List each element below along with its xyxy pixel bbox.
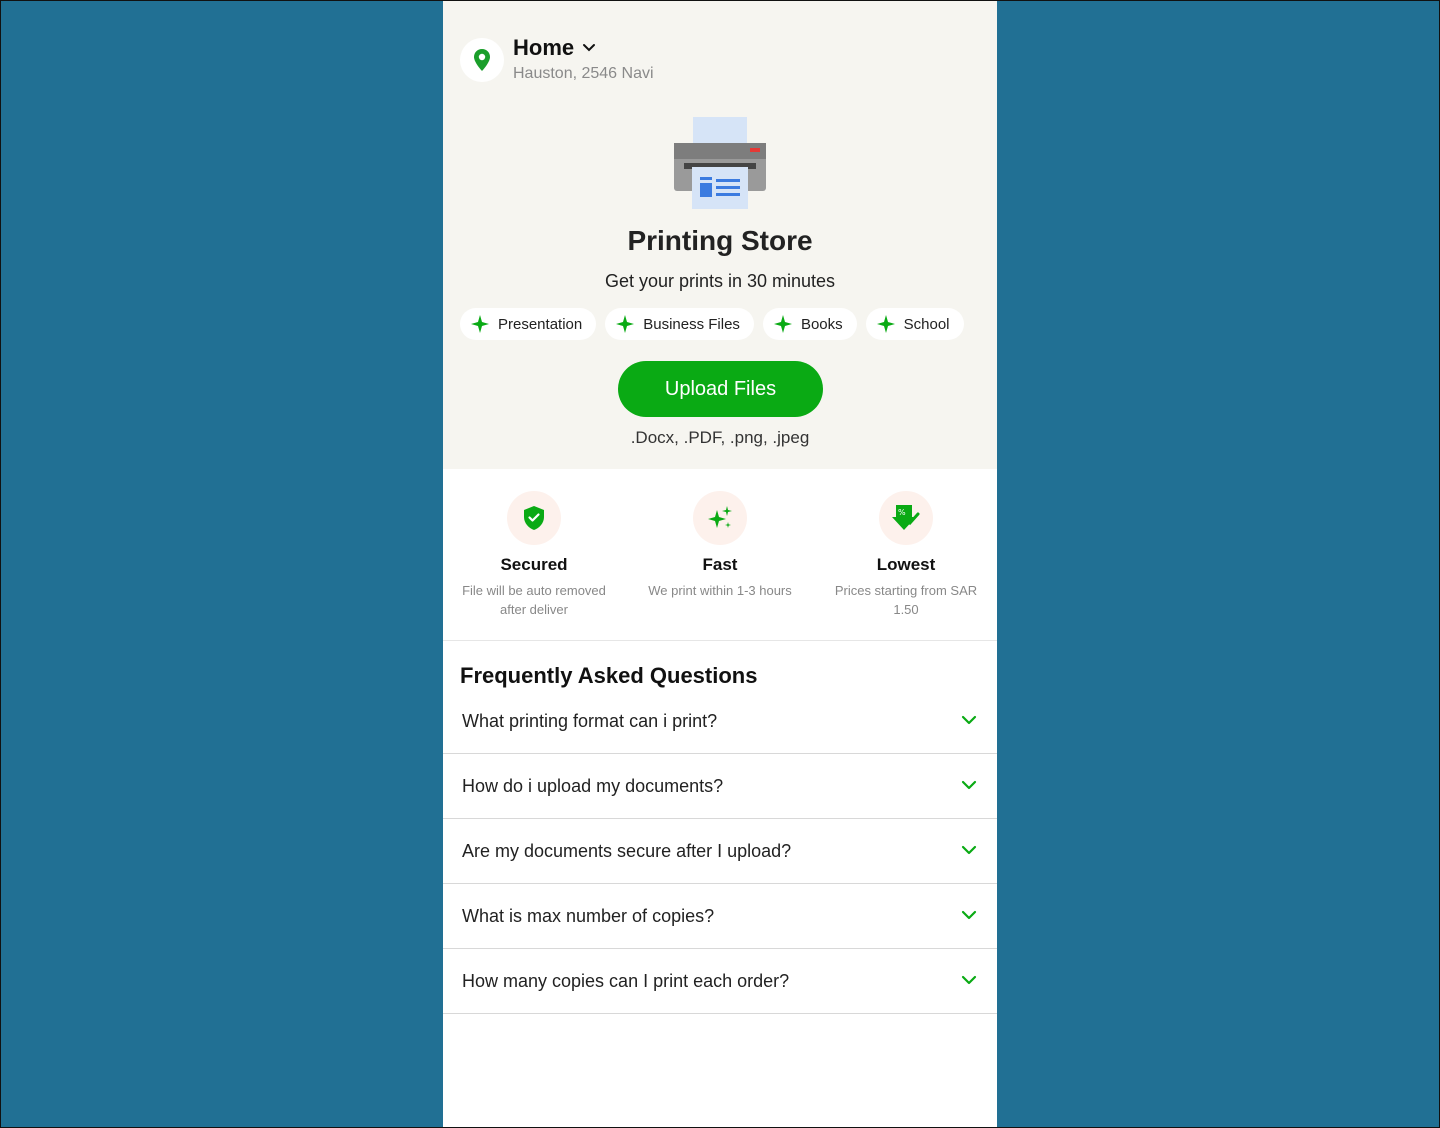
feature-lowest: % Lowest Prices starting from SAR 1.50 bbox=[815, 491, 997, 619]
sparkle-icon bbox=[471, 315, 489, 333]
chevron-down-icon bbox=[961, 780, 977, 790]
page-title: Printing Store bbox=[627, 225, 813, 256]
chevron-down-icon bbox=[961, 910, 977, 920]
location-address: Hauston, 2546 Navi bbox=[513, 65, 654, 82]
chip-label: Books bbox=[800, 315, 843, 333]
chevron-down-icon bbox=[961, 715, 977, 725]
faq-question: Are my documents secure after I upload? bbox=[462, 840, 792, 861]
location-selector[interactable]: Home bbox=[513, 35, 596, 61]
feature-title: Fast bbox=[702, 555, 738, 574]
faq-item[interactable]: Are my documents secure after I upload? bbox=[443, 819, 997, 884]
chevron-down-icon bbox=[961, 845, 977, 855]
supported-formats: .Docx, .PDF, .png, .jpeg bbox=[630, 428, 810, 447]
chip-business-files[interactable]: Business Files bbox=[605, 308, 754, 340]
upload-files-button[interactable]: Upload Files bbox=[618, 361, 823, 417]
chip-presentation[interactable]: Presentation bbox=[460, 308, 597, 340]
feature-description: File will be auto removed after deliver bbox=[462, 583, 606, 617]
chip-school[interactable]: School bbox=[865, 308, 964, 340]
feature-description: We print within 1-3 hours bbox=[648, 583, 792, 598]
feature-description: Prices starting from SAR 1.50 bbox=[834, 583, 978, 617]
location-pin-icon[interactable] bbox=[460, 38, 504, 82]
faq-question: What is max number of copies? bbox=[462, 905, 715, 926]
feature-title: Secured bbox=[500, 555, 568, 574]
chevron-down-icon bbox=[961, 975, 977, 985]
feature-title: Lowest bbox=[876, 555, 936, 574]
chevron-down-icon bbox=[583, 44, 596, 52]
sparkle-icon bbox=[876, 315, 895, 333]
sparkle-icon bbox=[693, 491, 747, 545]
chip-books[interactable]: Books bbox=[762, 308, 857, 340]
faq-heading: Frequently Asked Questions bbox=[460, 663, 758, 688]
faq-question: How many copies can I print each order? bbox=[462, 970, 790, 991]
app-screen: Home Hauston, 2546 Navi Printing Store G… bbox=[443, 1, 997, 1127]
price-tag-icon: % bbox=[879, 491, 933, 545]
faq-item[interactable]: What printing format can i print? bbox=[443, 689, 997, 754]
faq-question: How do i upload my documents? bbox=[462, 775, 724, 796]
chip-label: Presentation bbox=[498, 315, 583, 333]
category-chips: Presentation Business Files Books School bbox=[460, 308, 964, 340]
sparkle-icon bbox=[773, 315, 792, 333]
feature-fast: Fast We print within 1-3 hours bbox=[629, 491, 811, 600]
location-title: Home bbox=[513, 35, 575, 60]
printer-icon bbox=[674, 117, 766, 209]
faq-item[interactable]: How many copies can I print each order? bbox=[443, 949, 997, 1014]
chip-label: Business Files bbox=[643, 315, 740, 333]
feature-secured: Secured File will be auto removed after … bbox=[443, 491, 625, 619]
section-divider bbox=[443, 640, 997, 641]
shield-check-icon bbox=[507, 491, 561, 545]
svg-text:%: % bbox=[898, 508, 906, 517]
hero-section: Home Hauston, 2546 Navi Printing Store G… bbox=[443, 1, 997, 469]
page-subtitle: Get your prints in 30 minutes bbox=[604, 271, 836, 291]
faq-item[interactable]: What is max number of copies? bbox=[443, 884, 997, 949]
sparkle-icon bbox=[616, 315, 635, 333]
faq-item[interactable]: How do i upload my documents? bbox=[443, 754, 997, 819]
faq-question: What printing format can i print? bbox=[462, 710, 718, 731]
chip-label: School bbox=[903, 315, 950, 333]
